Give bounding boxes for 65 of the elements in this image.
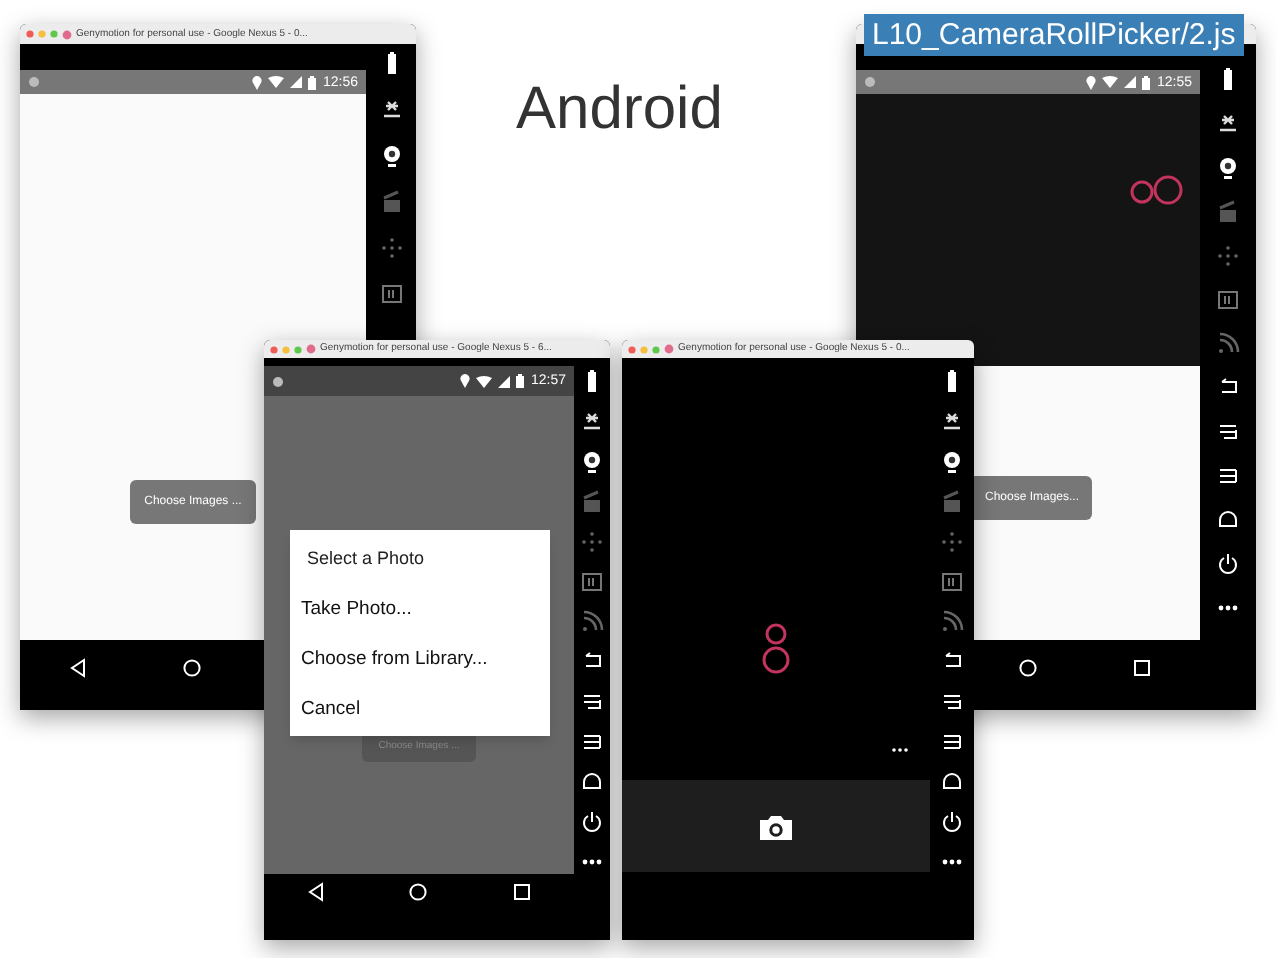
recent-apps-icon[interactable]: [1216, 464, 1240, 488]
clapperboard-icon[interactable]: [379, 190, 403, 214]
signal-icon: [498, 375, 511, 387]
webcam-icon[interactable]: [379, 144, 403, 168]
dialog-title: Select a Photo: [305, 546, 427, 572]
recent-apps-icon[interactable]: [1132, 658, 1153, 678]
home-icon[interactable]: [580, 770, 604, 794]
webcam-icon[interactable]: [1216, 156, 1240, 180]
menu-icon[interactable]: [940, 690, 964, 714]
app-icon: [62, 29, 72, 39]
notification-icon: [28, 76, 40, 88]
dpad-icon[interactable]: [379, 236, 403, 260]
rss-icon[interactable]: [940, 610, 964, 634]
menu-icon[interactable]: [580, 690, 604, 714]
webcam-icon[interactable]: [940, 450, 964, 474]
back-icon[interactable]: [67, 658, 88, 678]
home-icon[interactable]: [940, 770, 964, 794]
clapperboard-icon[interactable]: [580, 490, 604, 514]
recent-apps-icon[interactable]: [512, 882, 533, 902]
window-controls-icon[interactable]: [628, 345, 660, 353]
home-icon[interactable]: [1216, 508, 1240, 532]
battery-icon: [516, 374, 525, 388]
signal-icon: [1124, 76, 1137, 88]
wifi-icon: [476, 375, 493, 387]
dpad-icon[interactable]: [1216, 244, 1240, 268]
back-icon[interactable]: [305, 882, 326, 902]
dialog-option[interactable]: Cancel: [301, 696, 537, 725]
rss-icon[interactable]: [1216, 332, 1240, 356]
circles-drawing: [762, 622, 790, 678]
home-icon[interactable]: [182, 658, 203, 678]
notification-icon: [864, 76, 876, 88]
more-icon[interactable]: [892, 746, 908, 754]
rss-icon[interactable]: [580, 610, 604, 634]
dpad-icon[interactable]: [580, 530, 604, 554]
camera-icon[interactable]: [760, 813, 792, 839]
home-icon[interactable]: [1017, 658, 1038, 678]
wifi-icon: [268, 76, 285, 88]
circles-drawing: [1128, 174, 1184, 206]
battery-icon: [308, 75, 317, 89]
file-label: L10_CameraRollPicker/2.js: [864, 14, 1244, 56]
recent-apps-icon[interactable]: [940, 730, 964, 754]
dialog-option[interactable]: Choose from Library...: [301, 645, 537, 674]
clapperboard-icon[interactable]: [940, 490, 964, 514]
dpad-icon[interactable]: [940, 530, 964, 554]
battery-icon: [1142, 75, 1151, 89]
clapperboard-icon[interactable]: [1216, 200, 1240, 224]
webcam-icon[interactable]: [580, 450, 604, 474]
app-icon: [306, 344, 316, 354]
recent-apps-icon[interactable]: [580, 730, 604, 754]
window-controls-icon[interactable]: [26, 30, 58, 38]
location-icon: [252, 75, 263, 89]
signal-icon: [290, 76, 303, 88]
power-icon[interactable]: [940, 810, 964, 834]
app-icon: [664, 344, 674, 354]
location-icon: [1086, 75, 1097, 89]
menu-icon[interactable]: [1216, 420, 1240, 444]
home-icon[interactable]: [408, 882, 429, 902]
notification-icon: [272, 375, 284, 387]
wifi-icon: [1102, 76, 1119, 88]
dialog-option[interactable]: Take Photo...: [301, 595, 537, 624]
power-icon[interactable]: [580, 810, 604, 834]
location-icon: [460, 374, 471, 388]
window-controls-icon[interactable]: [270, 345, 302, 353]
power-icon[interactable]: [1216, 552, 1240, 576]
slide-title: Android: [516, 80, 723, 140]
